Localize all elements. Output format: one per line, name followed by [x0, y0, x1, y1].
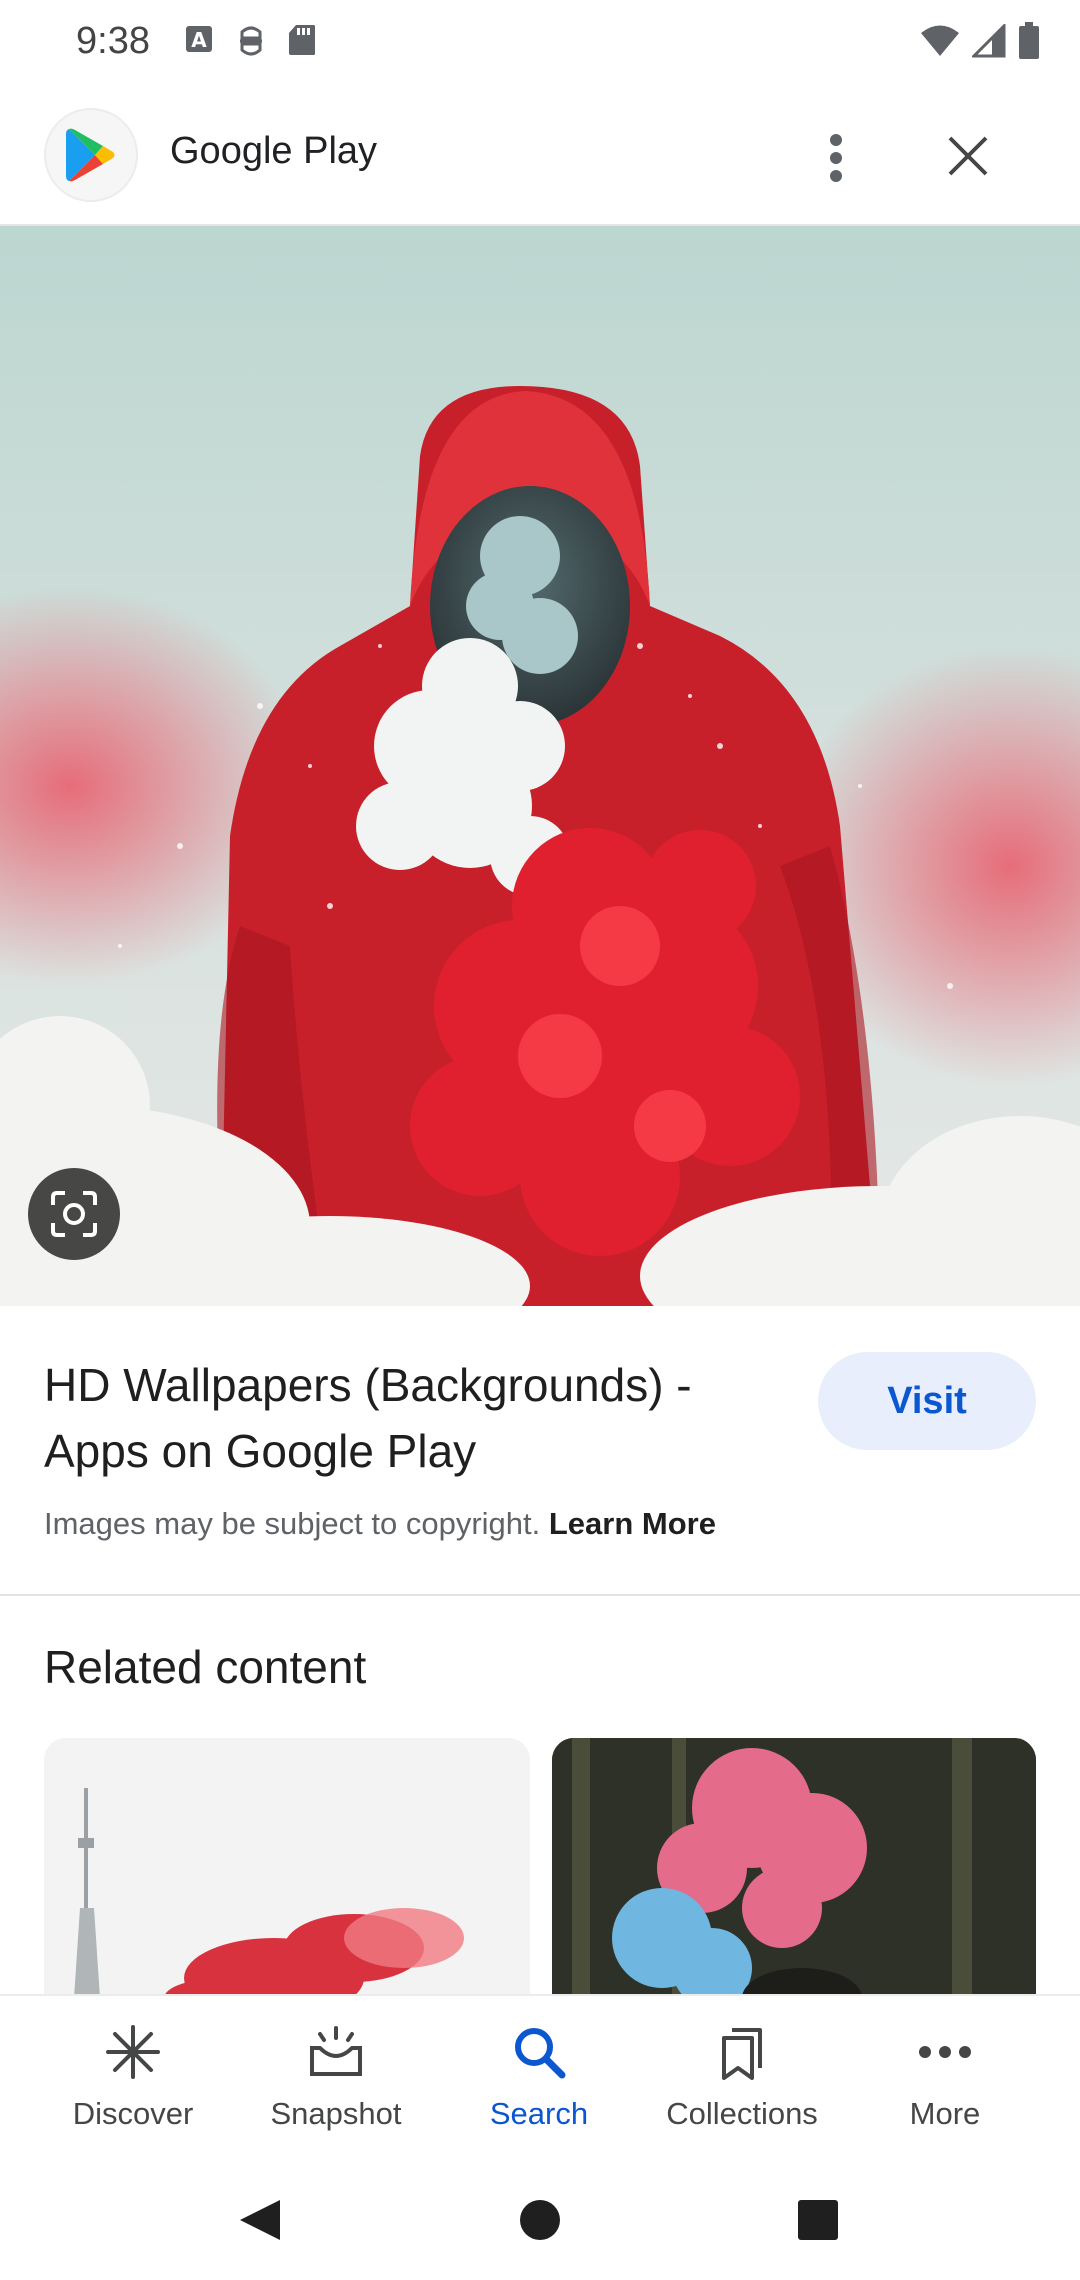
wifi-icon — [921, 25, 959, 56]
snapshot-icon — [310, 2026, 362, 2076]
nav-search-label: Search — [489, 2096, 589, 2131]
nav-snapshot-label: Snapshot — [270, 2096, 402, 2131]
related-image-2[interactable] — [552, 1738, 1036, 1998]
close-button[interactable] — [938, 126, 998, 186]
asterisk-icon — [106, 2025, 160, 2079]
status-icons-right — [920, 22, 1040, 60]
status-time: 9:38 — [76, 20, 150, 62]
status-bar: 9:38 A — [0, 0, 1080, 88]
google-play-logo — [44, 108, 138, 202]
result-image[interactable] — [0, 226, 1080, 1306]
battery-icon — [1019, 22, 1039, 59]
robot-icon — [240, 26, 262, 56]
learn-more-link[interactable]: Learn More — [549, 1506, 716, 1541]
close-icon — [948, 136, 988, 176]
nav-collections-label: Collections — [666, 2096, 818, 2131]
copyright-notice: Images may be subject to copyright. Lear… — [44, 1506, 716, 1542]
nav-discover-label: Discover — [72, 2096, 194, 2131]
signal-icon — [972, 24, 1006, 58]
a-box-icon: A — [186, 26, 212, 52]
result-info: HD Wallpapers (Backgrounds) - Apps on Go… — [0, 1306, 1080, 1596]
status-icons-left: A — [184, 24, 316, 58]
related-image-1[interactable] — [44, 1738, 530, 1998]
more-vert-icon — [830, 134, 842, 182]
recents-square-icon — [798, 2200, 838, 2240]
system-recents-button[interactable] — [786, 2188, 850, 2252]
search-icon — [515, 2028, 566, 2079]
visit-button[interactable]: Visit — [818, 1352, 1036, 1450]
nav-search[interactable]: Search — [439, 2020, 639, 2150]
nav-snapshot[interactable]: Snapshot — [236, 2020, 436, 2150]
nav-more[interactable]: More — [845, 2020, 1045, 2150]
hoodie-smoke-artwork — [0, 226, 1080, 1306]
copyright-text: Images may be subject to copyright. — [44, 1506, 541, 1541]
bottom-nav: Discover Snapshot Search Collections Mor… — [0, 1994, 1080, 2160]
svg-text:A: A — [191, 28, 207, 52]
system-back-button[interactable] — [228, 2188, 292, 2252]
home-circle-icon — [520, 2200, 560, 2240]
nav-collections[interactable]: Collections — [642, 2020, 842, 2150]
nav-more-label: More — [909, 2096, 981, 2131]
back-triangle-icon — [240, 2200, 280, 2240]
system-navigation-bar — [0, 2160, 1080, 2280]
system-home-button[interactable] — [508, 2188, 572, 2252]
lens-button[interactable] — [28, 1168, 120, 1260]
more-options-button[interactable] — [808, 126, 864, 190]
sd-card-icon — [289, 25, 315, 55]
lens-icon — [51, 1191, 97, 1237]
related-image-2-art — [552, 1738, 1036, 1998]
app-title: Google Play — [170, 130, 378, 172]
related-content-heading: Related content — [44, 1641, 367, 1693]
more-horiz-icon — [919, 2046, 971, 2058]
result-title[interactable]: HD Wallpapers (Backgrounds) - Apps on Go… — [44, 1352, 784, 1484]
related-image-1-art — [44, 1738, 530, 1998]
collections-icon — [722, 2028, 762, 2080]
nav-discover[interactable]: Discover — [33, 2020, 233, 2150]
app-header: Google Play — [0, 88, 1080, 226]
